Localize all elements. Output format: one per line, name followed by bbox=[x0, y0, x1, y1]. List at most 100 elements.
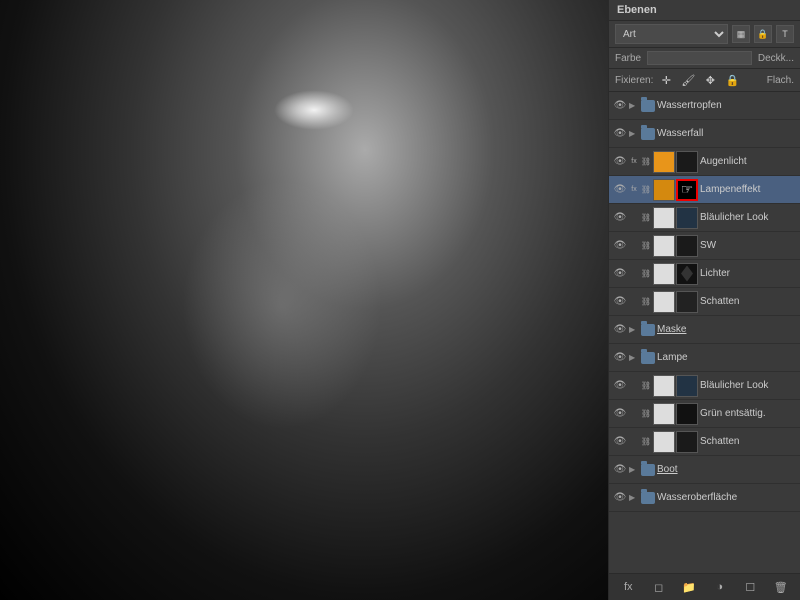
canvas-image bbox=[0, 0, 608, 600]
layer-adj-icon bbox=[629, 409, 639, 419]
layer-row[interactable]: 👁 ⛓ Bläulicher Look bbox=[609, 204, 800, 232]
thumb-container bbox=[653, 431, 698, 453]
fix-move-icon[interactable]: ✥ bbox=[701, 71, 719, 89]
layer-thumbnail bbox=[653, 375, 675, 397]
folder-icon bbox=[641, 464, 655, 476]
layer-thumbnail bbox=[653, 151, 675, 173]
expand-arrow[interactable]: ▶ bbox=[629, 129, 639, 138]
layer-row[interactable]: 👁 ⛓ Bläulicher Look bbox=[609, 372, 800, 400]
visibility-icon[interactable]: 👁 bbox=[613, 379, 627, 393]
layer-name: Augenlicht bbox=[700, 156, 796, 167]
layer-row[interactable]: 👁 ▶ Wasseroberfläche bbox=[609, 484, 800, 512]
layer-row[interactable]: 👁 ▶ Wassertropfen bbox=[609, 92, 800, 120]
layer-row[interactable]: 👁 ⛓ Lichter bbox=[609, 260, 800, 288]
canvas-area bbox=[0, 0, 608, 600]
channel-icon[interactable]: ▦ bbox=[732, 25, 750, 43]
layer-row[interactable]: 👁 ▶ Wasserfall bbox=[609, 120, 800, 148]
thumb-container bbox=[653, 207, 698, 229]
layer-row[interactable]: 👁 ▶ Maske bbox=[609, 316, 800, 344]
layer-name: Lampeneffekt bbox=[700, 184, 796, 195]
thumb-container bbox=[653, 263, 698, 285]
fx-button[interactable]: fx bbox=[619, 578, 637, 596]
visibility-icon[interactable]: 👁 bbox=[613, 99, 627, 113]
layer-thumbnail bbox=[653, 235, 675, 257]
folder-icon bbox=[641, 100, 655, 112]
layer-name: Bläulicher Look bbox=[700, 212, 796, 223]
layer-name: Lichter bbox=[700, 268, 796, 279]
layer-row[interactable]: 👁 ⛓ Schatten bbox=[609, 428, 800, 456]
layer-mask-thumbnail bbox=[676, 235, 698, 257]
expand-arrow[interactable]: ▶ bbox=[629, 353, 639, 362]
panel-header: Ebenen bbox=[609, 0, 800, 21]
fix-lock-icon[interactable]: 🔒 bbox=[723, 71, 741, 89]
delete-layer-button[interactable]: 🗑 bbox=[772, 578, 790, 596]
visibility-icon[interactable]: 👁 bbox=[613, 155, 627, 169]
thumb-container: ☞ bbox=[653, 179, 698, 201]
color-label: Farbe bbox=[615, 53, 641, 64]
folder-icon bbox=[641, 492, 655, 504]
fix-toolbar: Fixieren: ✛ 🖌 ✥ 🔒 Flach. bbox=[609, 69, 800, 92]
text-icon[interactable]: T bbox=[776, 25, 794, 43]
layer-mask-thumbnail bbox=[676, 263, 698, 285]
visibility-icon[interactable]: 👁 bbox=[613, 295, 627, 309]
expand-arrow[interactable]: ▶ bbox=[629, 101, 639, 110]
layer-adj-icon bbox=[629, 297, 639, 307]
layer-name: SW bbox=[700, 240, 796, 251]
layer-name: Maske bbox=[657, 324, 796, 335]
layer-mask-thumbnail bbox=[676, 291, 698, 313]
layer-name: Schatten bbox=[700, 296, 796, 307]
layer-adj-icon bbox=[629, 213, 639, 223]
expand-arrow[interactable]: ▶ bbox=[629, 465, 639, 474]
layer-name: Boot bbox=[657, 464, 796, 475]
folder-icon bbox=[641, 324, 655, 336]
expand-arrow[interactable]: ▶ bbox=[629, 493, 639, 502]
visibility-icon[interactable]: 👁 bbox=[613, 323, 627, 337]
blend-mode-select[interactable]: Art Normal Multiplizieren bbox=[615, 24, 728, 44]
layer-mask-thumbnail bbox=[676, 375, 698, 397]
new-layer-button[interactable]: ☐ bbox=[741, 578, 759, 596]
visibility-icon[interactable]: 👁 bbox=[613, 267, 627, 281]
thumb-container bbox=[653, 151, 698, 173]
color-opacity-toolbar: Farbe Deckk... bbox=[609, 48, 800, 69]
layer-name: Lampe bbox=[657, 352, 796, 363]
visibility-icon[interactable]: 👁 bbox=[613, 211, 627, 225]
lock-icon[interactable]: 🔒 bbox=[754, 25, 772, 43]
layer-row[interactable]: 👁 ⛓ Schatten bbox=[609, 288, 800, 316]
visibility-icon[interactable]: 👁 bbox=[613, 435, 627, 449]
layer-row[interactable]: 👁 ▶ Lampe bbox=[609, 344, 800, 372]
fix-label: Fixieren: bbox=[615, 75, 653, 86]
visibility-icon[interactable]: 👁 bbox=[613, 463, 627, 477]
expand-arrow[interactable]: ▶ bbox=[629, 325, 639, 334]
fx-icon: fx bbox=[629, 157, 639, 167]
layer-row[interactable]: 👁 ⛓ SW bbox=[609, 232, 800, 260]
layer-mask-thumbnail: ☞ bbox=[676, 179, 698, 201]
visibility-icon[interactable]: 👁 bbox=[613, 183, 627, 197]
layer-thumbnail bbox=[653, 431, 675, 453]
layer-row[interactable]: 👁 fx ⛓ Augenlicht bbox=[609, 148, 800, 176]
layer-mask-thumbnail bbox=[676, 403, 698, 425]
layer-thumbnail bbox=[653, 207, 675, 229]
layer-mask-thumbnail bbox=[676, 151, 698, 173]
chain-icon: ⛓ bbox=[641, 379, 651, 393]
visibility-icon[interactable]: 👁 bbox=[613, 351, 627, 365]
visibility-icon[interactable]: 👁 bbox=[613, 491, 627, 505]
visibility-icon[interactable]: 👁 bbox=[613, 127, 627, 141]
layer-thumbnail bbox=[653, 179, 675, 201]
layer-name: Grün entsättig. bbox=[700, 408, 796, 419]
add-mask-button[interactable]: ◻ bbox=[650, 578, 668, 596]
layer-row[interactable]: 👁 fx ⛓ ☞ Lampeneffekt bbox=[609, 176, 800, 204]
layer-adj-icon bbox=[629, 269, 639, 279]
chain-icon: ⛓ bbox=[641, 407, 651, 421]
layer-row[interactable]: 👁 ⛓ Grün entsättig. bbox=[609, 400, 800, 428]
layer-row[interactable]: 👁 ▶ Boot bbox=[609, 456, 800, 484]
panel-title: Ebenen bbox=[617, 4, 657, 16]
new-group-button[interactable]: 📁 bbox=[680, 578, 698, 596]
visibility-icon[interactable]: 👁 bbox=[613, 239, 627, 253]
folder-icon bbox=[641, 128, 655, 140]
fix-pos-icon[interactable]: ✛ bbox=[657, 71, 675, 89]
chain-icon: ⛓ bbox=[641, 211, 651, 225]
new-adjustment-button[interactable]: ◑ bbox=[711, 578, 729, 596]
visibility-icon[interactable]: 👁 bbox=[613, 407, 627, 421]
layer-name: Bläulicher Look bbox=[700, 380, 796, 391]
fix-brush-icon[interactable]: 🖌 bbox=[679, 71, 697, 89]
